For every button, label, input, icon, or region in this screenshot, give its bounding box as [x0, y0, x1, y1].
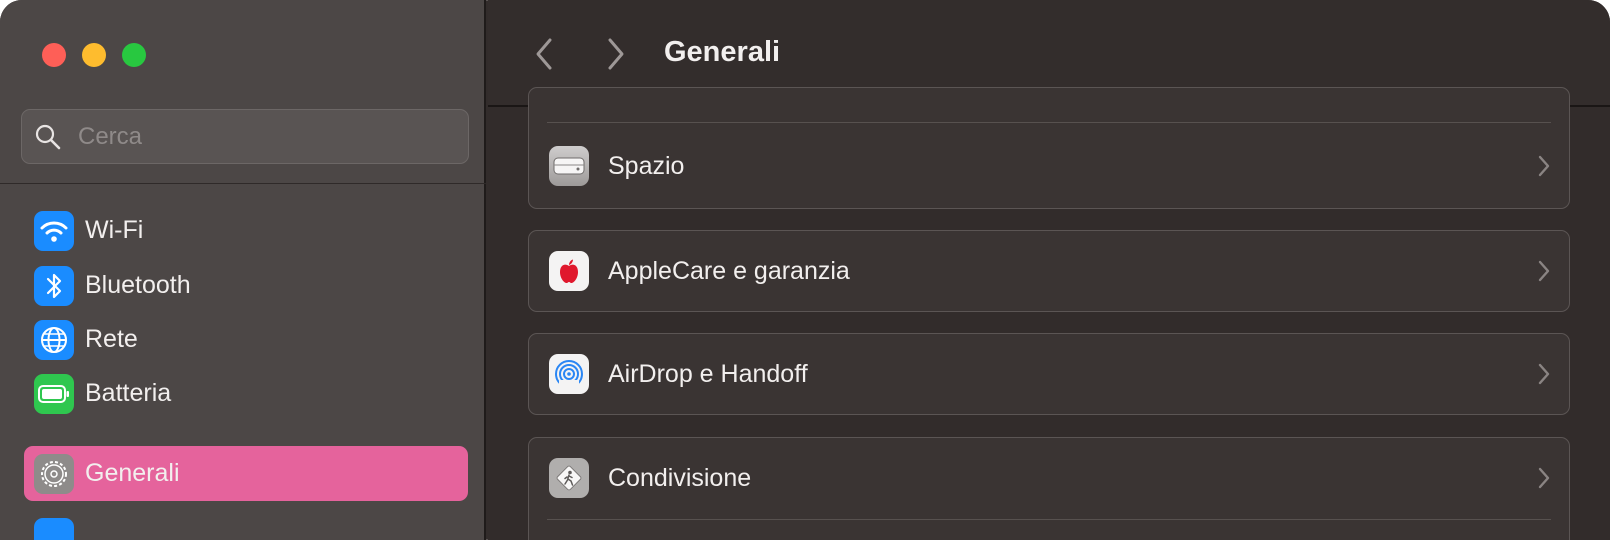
chevron-right-icon — [1538, 467, 1550, 489]
back-chevron-icon[interactable] — [530, 36, 560, 72]
sidebar: Wi-Fi Bluetooth Rete — [0, 0, 486, 540]
settings-row-label: AppleCare e garanzia — [608, 257, 850, 285]
chevron-right-icon — [1538, 363, 1550, 385]
settings-group: Condivisione — [528, 437, 1570, 540]
page-title: Generali — [664, 36, 781, 68]
settings-row-label: AirDrop e Handoff — [608, 360, 808, 388]
minimize-window-button[interactable] — [82, 43, 106, 67]
row-divider — [547, 122, 1551, 123]
storage-drive-icon — [549, 146, 589, 186]
apple-logo-icon — [549, 251, 589, 291]
main-pane: Generali Spazio AppleCare e garanzia Air… — [488, 0, 1610, 540]
sidebar-item-network[interactable]: Rete — [24, 312, 468, 367]
sidebar-item-battery[interactable]: Batteria — [24, 366, 468, 421]
settings-group: Spazio — [528, 87, 1570, 209]
sidebar-divider — [0, 183, 486, 184]
sidebar-item-label: Wi-Fi — [85, 216, 144, 244]
close-window-button[interactable] — [42, 43, 66, 67]
settings-group: AppleCare e garanzia — [528, 230, 1570, 312]
system-settings-window: Wi-Fi Bluetooth Rete — [0, 0, 1610, 540]
sidebar-item-bluetooth[interactable]: Bluetooth — [24, 258, 468, 313]
bluetooth-icon — [34, 266, 74, 306]
settings-row-applecare[interactable]: AppleCare e garanzia — [529, 231, 1569, 311]
sidebar-item-label: Batteria — [85, 379, 172, 407]
row-divider — [547, 519, 1551, 520]
settings-row-label: Condivisione — [608, 464, 752, 492]
settings-content: Spazio AppleCare e garanzia AirDrop e Ha… — [488, 87, 1610, 540]
settings-row-label: Spazio — [608, 152, 685, 180]
search-field[interactable] — [21, 109, 469, 164]
settings-row-sharing[interactable]: Condivisione — [529, 438, 1569, 518]
sidebar-item-general[interactable]: Generali — [24, 446, 468, 501]
search-icon — [35, 124, 61, 150]
zoom-window-button[interactable] — [122, 43, 146, 67]
wifi-icon — [34, 211, 74, 251]
app-icon — [34, 518, 74, 540]
globe-icon — [34, 320, 74, 360]
sidebar-item-label: Generali — [85, 459, 180, 487]
settings-group: AirDrop e Handoff — [528, 333, 1570, 415]
chevron-right-icon — [1538, 155, 1550, 177]
chevron-right-icon — [1538, 260, 1550, 282]
settings-row-airdrop[interactable]: AirDrop e Handoff — [529, 334, 1569, 414]
battery-icon — [34, 374, 74, 414]
sidebar-item-wifi[interactable]: Wi-Fi — [24, 203, 468, 258]
sidebar-item-label: Bluetooth — [85, 271, 191, 299]
airdrop-icon — [549, 354, 589, 394]
gear-icon — [34, 454, 74, 494]
forward-chevron-icon[interactable] — [600, 36, 630, 72]
sidebar-item-label: Rete — [85, 325, 138, 353]
sharing-icon — [549, 458, 589, 498]
sidebar-item-partial[interactable] — [24, 510, 468, 540]
settings-row-storage[interactable]: Spazio — [529, 126, 1569, 206]
search-input[interactable] — [76, 118, 460, 156]
